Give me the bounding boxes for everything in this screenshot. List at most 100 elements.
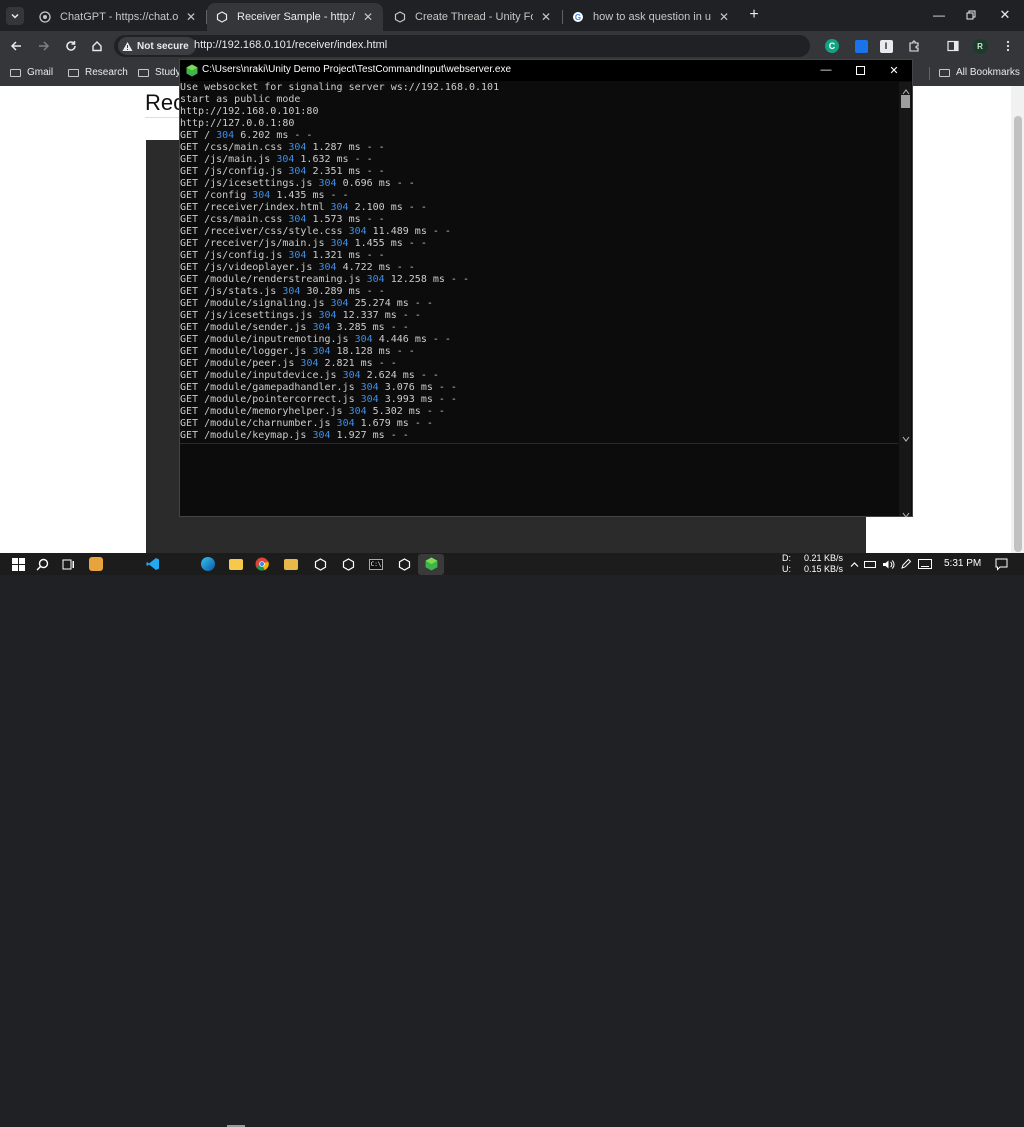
console-line: GET /js/stats.js 304 30.289 ms - - [180,286,898,298]
new-tab-button[interactable]: + [745,6,763,24]
console-output[interactable]: Use websocket for signaling server ws://… [180,82,898,442]
tray-overflow-button[interactable] [846,556,862,572]
reload-icon [66,41,76,51]
close-icon[interactable]: ✕ [361,10,375,24]
console-line: GET /js/icesettings.js 304 0.696 ms - - [180,178,898,190]
close-window-button[interactable]: ✕ [996,6,1014,24]
tab-search-button[interactable] [6,7,24,25]
console-line: GET /receiver/index.html 304 2.100 ms - … [180,202,898,214]
console-line: GET /module/charnumber.js 304 1.679 ms -… [180,418,898,430]
http-status-code: 304 [252,190,271,201]
windows-taskbar: C:\ D: U: 0.21 KB/s 0.15 KB/s 5:31 PM [0,553,1024,1127]
console-line-timing: 2.624 ms - - [360,370,439,381]
forward-button[interactable] [34,36,54,56]
tab-title: how to ask question in unity fo [593,11,711,23]
side-panel-button[interactable] [943,36,963,56]
console-line: GET /module/renderstreaming.js 304 12.25… [180,274,898,286]
taskbar-app-explorer[interactable] [228,556,244,572]
restore-window-button[interactable] [962,6,980,24]
back-button[interactable] [6,36,26,56]
tray-volume[interactable] [880,556,896,572]
home-button[interactable] [87,36,107,56]
console-scrollbar[interactable] [899,82,911,516]
tray-pen[interactable] [898,556,914,572]
tab-title: ChatGPT - https://chat.openai.c [60,11,178,23]
taskbar-app-unity-3[interactable] [396,556,412,572]
taskbar-app-vscode[interactable] [145,556,161,572]
console-minimize-button[interactable]: — [816,62,836,78]
tray-battery[interactable] [862,556,878,572]
bookmark-study[interactable]: Study [138,67,181,78]
start-button[interactable] [10,556,26,572]
console-scroll-up-icon[interactable] [902,83,910,95]
side-panel-icon [947,40,959,52]
console-line-text: http://127.0.0.1:80 [180,118,295,129]
console-line-text: Use websocket for signaling server ws://… [180,82,500,93]
security-label: Not secure [137,40,189,52]
close-icon[interactable]: ✕ [539,10,553,24]
minimize-window-button[interactable]: — [930,6,948,24]
console-line-text: GET /css/main.css [180,214,289,225]
menu-button[interactable] [998,36,1018,56]
console-line-timing: 2.821 ms - - [318,358,397,369]
tab-chatgpt[interactable]: ChatGPT - https://chat.openai.c ✕ [30,3,206,31]
tab-how-to-ask[interactable]: G how to ask question in unity fo ✕ [563,3,739,31]
taskbar-app-chrome[interactable] [254,556,270,572]
taskbar-app-unity-1[interactable] [312,556,328,572]
taskbar-app-terminal[interactable]: C:\ [368,556,384,572]
taskbar-app-folder[interactable] [283,556,299,572]
tab-create-thread[interactable]: Create Thread - Unity Forum - I ✕ [385,3,561,31]
task-view-button[interactable] [60,556,76,572]
console-scroll-down-icon[interactable] [902,430,910,442]
console-line: GET /css/main.css 304 1.573 ms - - [180,214,898,226]
console-close-button[interactable]: ✕ [884,62,904,78]
console-line-timing: 1.321 ms - - [306,250,385,261]
google-icon: G [571,10,585,24]
profile-button[interactable]: R [970,36,990,56]
console-scrollbar-thumb[interactable] [901,95,910,108]
url-text[interactable]: http://192.168.0.101/receiver/index.html [194,39,387,51]
extension-blue-button[interactable] [851,36,871,56]
taskbar-app-unity-2[interactable] [340,556,356,572]
tab-receiver-sample[interactable]: Receiver Sample - http://192.16 ✕ [207,3,383,31]
bookmark-research[interactable]: Research [68,67,128,78]
console-line: GET /js/config.js 304 1.321 ms - - [180,250,898,262]
extension-reader-button[interactable]: I [876,36,896,56]
taskbar-app-teams[interactable] [88,556,104,572]
console-scroll-down-bottom-icon[interactable] [902,506,910,518]
console-titlebar[interactable]: C:\Users\nraki\Unity Demo Project\TestCo… [180,60,912,81]
taskbar-app-webserver[interactable] [423,556,439,572]
net-download-speed: 0.21 KB/s [804,553,844,563]
close-icon[interactable]: ✕ [184,10,198,24]
extensions-button[interactable] [904,36,924,56]
folder-icon [138,68,149,77]
console-line-timing: 12.337 ms - - [336,310,421,321]
close-icon[interactable]: ✕ [717,10,731,24]
http-status-code: 304 [276,154,295,165]
console-line-text: GET /module/keymap.js [180,430,313,441]
taskbar-app-edge[interactable] [200,556,216,572]
site-security-chip[interactable]: Not secure [118,37,196,55]
console-line: http://127.0.0.1:80 [180,118,898,130]
http-status-code: 304 [288,250,307,261]
http-status-code: 304 [342,370,361,381]
bookmark-gmail[interactable]: Gmail [10,67,53,78]
reload-button[interactable] [61,36,81,56]
console-line-text: GET /module/inputremoting.js [180,334,355,345]
task-view-icon [62,559,74,569]
taskbar-search-button[interactable] [34,556,50,572]
extension-chatgpt-button[interactable]: C [822,36,842,56]
console-maximize-button[interactable] [850,62,870,78]
bookmarks-divider [929,67,930,80]
tray-keyboard[interactable] [917,556,933,572]
notification-button[interactable] [993,556,1009,572]
console-line-timing: 4.722 ms - - [336,262,415,273]
folder-icon [10,68,21,77]
http-status-code: 304 [288,166,307,177]
clock[interactable]: 5:31 PM [944,558,981,569]
console-line-text: GET /module/gamepadhandler.js [180,382,361,393]
console-app-icon [186,64,198,82]
all-bookmarks[interactable]: All Bookmarks [939,67,1020,78]
page-scrollbar-thumb[interactable] [1014,116,1022,552]
console-line: GET /receiver/css/style.css 304 11.489 m… [180,226,898,238]
